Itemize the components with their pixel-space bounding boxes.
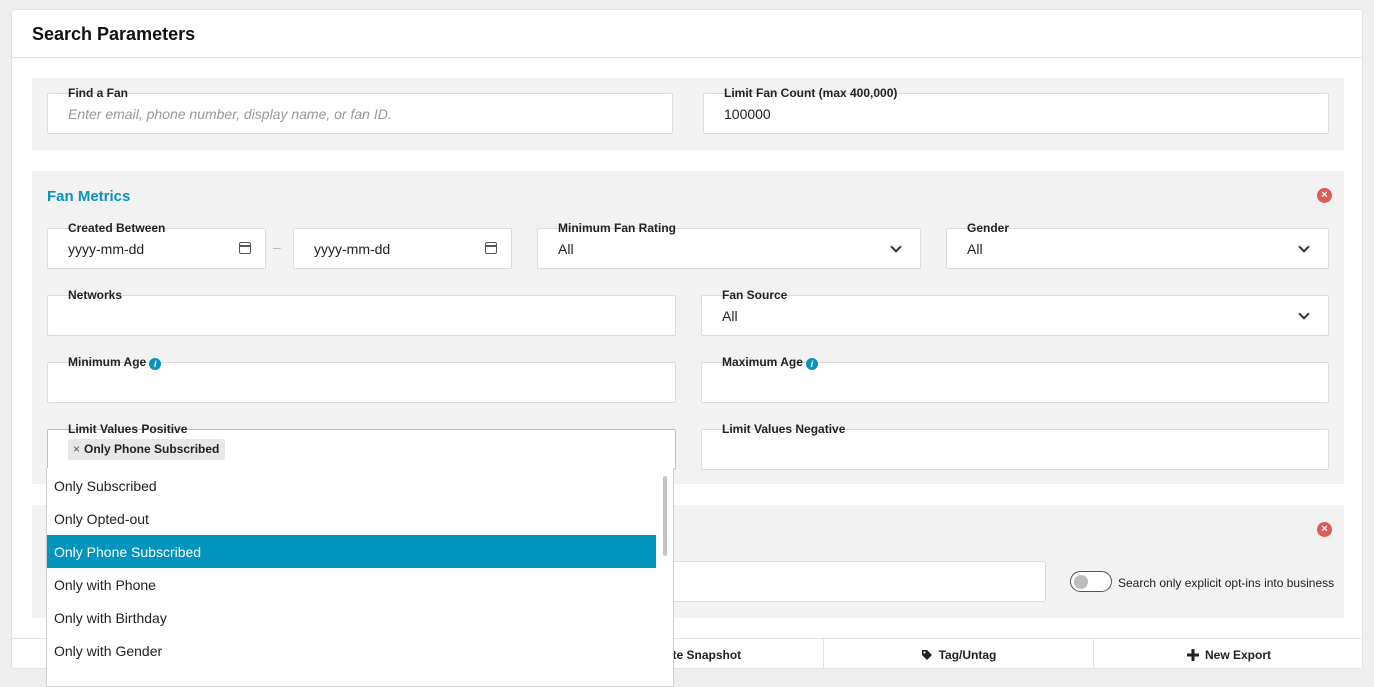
- chevron-down-icon: [1298, 241, 1310, 253]
- info-icon[interactable]: i: [149, 358, 162, 370]
- fan-search-panel: Find a Fan Enter email, phone number, di…: [32, 78, 1344, 150]
- date-separator: –: [273, 239, 281, 255]
- find-fan-label: Find a Fan: [68, 86, 128, 100]
- create-snapshot-label: ate Snapshot: [665, 648, 742, 662]
- dropdown-option-highlighted[interactable]: Only Phone Subscribed: [47, 535, 656, 568]
- limit-fan-count-value: 100000: [724, 106, 771, 122]
- min-fan-rating-label: Minimum Fan Rating: [558, 221, 676, 235]
- limit-fan-count-input[interactable]: Limit Fan Count (max 400,000) 100000: [703, 86, 1329, 134]
- dropdown-option[interactable]: Only Subscribed: [47, 469, 656, 502]
- find-fan-input[interactable]: Find a Fan Enter email, phone number, di…: [47, 86, 673, 134]
- networks-label: Networks: [68, 288, 123, 302]
- dropdown-option[interactable]: Only with Phone: [47, 568, 656, 601]
- new-export-label: New Export: [1204, 648, 1271, 662]
- limit-values-positive-input[interactable]: Limit Values Positive × Only Phone Subscr…: [47, 422, 676, 470]
- tag-untag-label: Tag/Untag: [938, 648, 997, 662]
- remove-section-icon[interactable]: ×: [1317, 188, 1332, 203]
- tag-remove-icon[interactable]: ×: [73, 442, 80, 456]
- selected-tag[interactable]: × Only Phone Subscribed: [68, 439, 226, 460]
- min-age-label-wrap: Minimum Age i: [68, 355, 162, 370]
- limit-values-positive-label: Limit Values Positive: [68, 422, 188, 436]
- created-end-date[interactable]: yyyy-mm-dd: [293, 228, 512, 269]
- gender-label: Gender: [967, 221, 1010, 235]
- limit-fan-count-label: Limit Fan Count (max 400,000): [724, 86, 898, 100]
- dropdown-option[interactable]: Only with Birthday: [47, 601, 656, 634]
- created-between-label: Created Between: [68, 221, 166, 235]
- fan-source-select[interactable]: Fan Source All: [701, 288, 1329, 336]
- networks-input[interactable]: Networks: [47, 288, 676, 336]
- page-title: Search Parameters: [12, 10, 1362, 58]
- fan-metrics-title: Fan Metrics: [47, 188, 131, 205]
- remove-section-icon[interactable]: ×: [1317, 522, 1332, 537]
- info-icon[interactable]: i: [805, 358, 818, 370]
- explicit-optin-label: Search only explicit opt-ins into busine…: [1118, 576, 1335, 590]
- find-fan-placeholder: Enter email, phone number, display name,…: [68, 106, 392, 122]
- limit-values-dropdown: Only Subscribed Only Opted-out Only Phon…: [46, 468, 674, 687]
- fan-metrics-panel: Fan Metrics × Created Between yyyy-mm-dd…: [32, 171, 1344, 484]
- max-age-label: Maximum Age: [722, 355, 803, 369]
- fan-source-value: All: [722, 308, 738, 324]
- plus-icon: [1186, 649, 1199, 661]
- max-age-label-wrap: Maximum Age i: [722, 355, 818, 370]
- created-end-value: yyyy-mm-dd: [314, 241, 391, 257]
- chevron-down-icon: [1298, 308, 1310, 320]
- new-export-button[interactable]: New Export: [1093, 639, 1362, 668]
- calendar-icon[interactable]: [485, 242, 497, 254]
- created-start-date[interactable]: Created Between yyyy-mm-dd: [47, 221, 266, 269]
- explicit-optin-toggle[interactable]: [1070, 571, 1112, 592]
- gender-value: All: [967, 241, 983, 257]
- min-fan-rating-select[interactable]: Minimum Fan Rating All: [537, 221, 921, 269]
- limit-values-negative-input[interactable]: Limit Values Negative: [701, 422, 1329, 470]
- chevron-down-icon: [890, 241, 902, 253]
- gender-select[interactable]: Gender All: [946, 221, 1329, 269]
- tag-untag-button[interactable]: Tag/Untag: [823, 639, 1093, 668]
- dropdown-scrollbar[interactable]: [663, 476, 667, 556]
- tag-icon: [921, 650, 932, 660]
- dropdown-option[interactable]: Only Opted-out: [47, 502, 656, 535]
- min-age-input[interactable]: Minimum Age i: [47, 355, 676, 403]
- created-start-value: yyyy-mm-dd: [68, 241, 145, 257]
- fan-source-label: Fan Source: [722, 288, 788, 302]
- dropdown-option[interactable]: Only with Gender: [47, 634, 656, 667]
- min-fan-rating-value: All: [558, 241, 574, 257]
- tag-label: Only Phone Subscribed: [84, 442, 220, 456]
- calendar-icon[interactable]: [239, 242, 251, 254]
- max-age-input[interactable]: Maximum Age i: [701, 355, 1329, 403]
- min-age-label: Minimum Age: [68, 355, 147, 369]
- limit-values-negative-label: Limit Values Negative: [722, 422, 846, 436]
